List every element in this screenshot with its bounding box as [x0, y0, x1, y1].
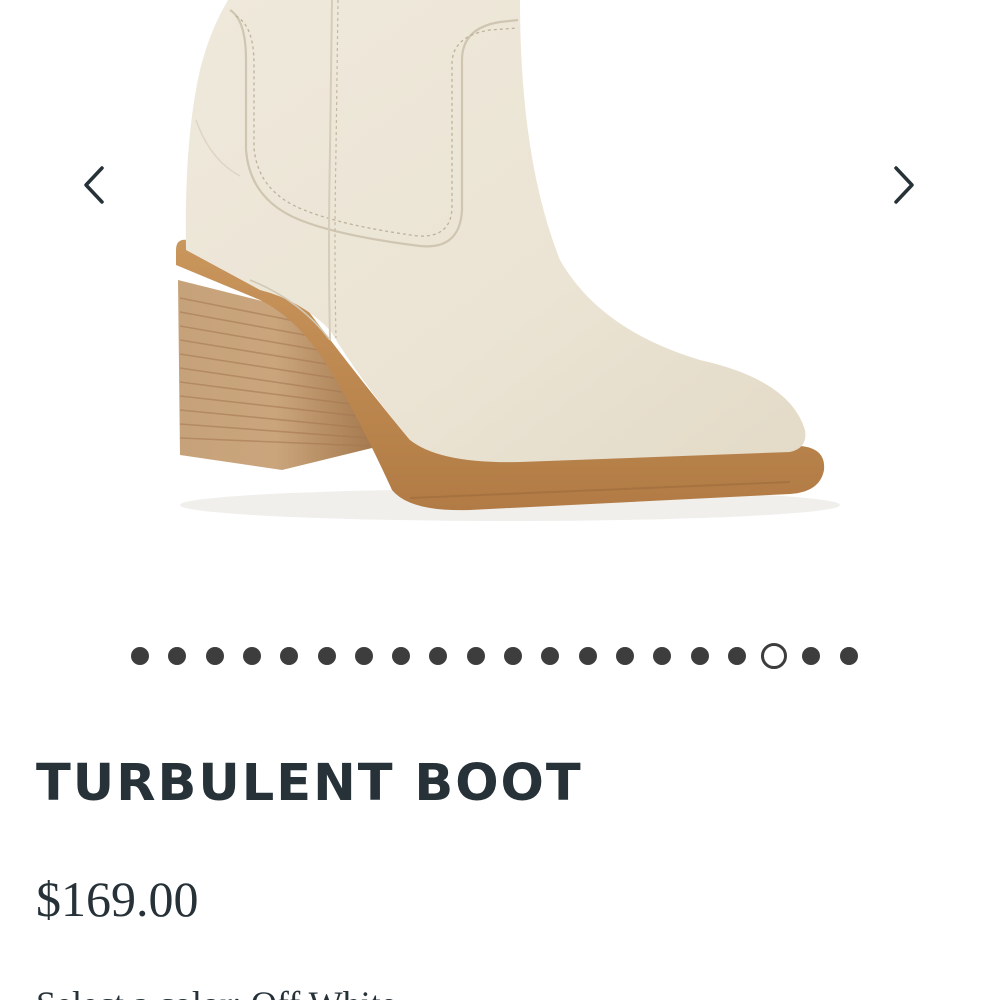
product-price: $169.00: [36, 871, 199, 927]
carousel-dot[interactable]: [392, 647, 411, 665]
carousel-dot[interactable]: [727, 647, 746, 665]
carousel-dot[interactable]: [653, 647, 672, 665]
carousel-dot[interactable]: [242, 647, 261, 665]
carousel-dot[interactable]: [168, 647, 187, 665]
carousel-dot[interactable]: [280, 647, 299, 665]
carousel-dot[interactable]: [541, 647, 560, 665]
carousel-dot[interactable]: [578, 647, 597, 665]
chevron-left-icon: [84, 166, 104, 204]
carousel-pagination: [0, 643, 1000, 669]
carousel-dot[interactable]: [615, 647, 634, 665]
carousel-dot[interactable]: [690, 647, 709, 665]
carousel-dot[interactable]: [466, 647, 485, 665]
carousel-dot[interactable]: [131, 647, 149, 665]
carousel-dot[interactable]: [761, 643, 788, 669]
product-image: [176, 0, 840, 521]
carousel-dot[interactable]: [317, 647, 336, 665]
chevron-right-icon: [894, 166, 914, 204]
prev-image-button[interactable]: [70, 160, 120, 210]
carousel-dot[interactable]: [429, 647, 448, 665]
color-selector-label: Select a color: Off White: [36, 983, 397, 1000]
product-gallery: [0, 0, 1000, 610]
product-title: TURBULENT BOOT: [36, 754, 583, 813]
carousel-dot[interactable]: [504, 647, 522, 665]
carousel-dot[interactable]: [802, 647, 821, 665]
carousel-dot[interactable]: [354, 647, 373, 665]
carousel-dot[interactable]: [839, 647, 858, 665]
next-image-button[interactable]: [878, 160, 928, 210]
carousel-dot[interactable]: [205, 647, 224, 665]
